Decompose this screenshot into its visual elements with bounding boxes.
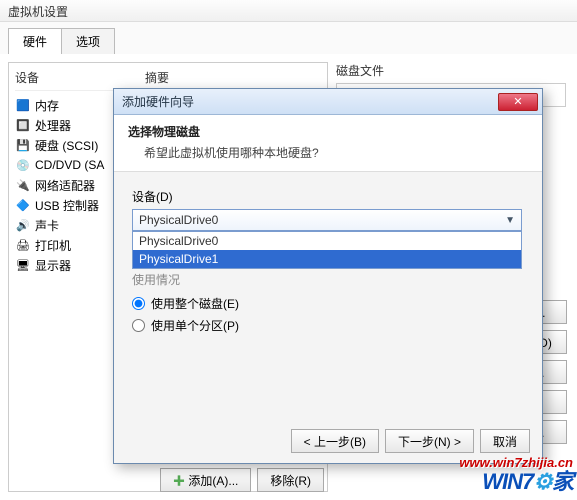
device-combobox-value: PhysicalDrive0 — [139, 213, 218, 227]
device-icon: 🔲 — [15, 117, 31, 133]
device-icon: 🟦 — [15, 97, 31, 113]
usage-label: 使用情况 — [132, 271, 524, 288]
remove-button[interactable]: 移除(R) — [257, 468, 324, 492]
device-name: 硬盘 (SCSI) — [35, 137, 98, 154]
header-summary: 摘要 — [145, 69, 169, 86]
device-icon: 🔊 — [15, 217, 31, 233]
device-icon: 🖥 — [15, 257, 31, 273]
radio-single-partition-input[interactable] — [132, 319, 145, 332]
device-name: 打印机 — [35, 237, 71, 254]
device-name: 声卡 — [35, 217, 59, 234]
window-title: 虚拟机设置 — [8, 5, 68, 19]
combobox-option[interactable]: PhysicalDrive0 — [133, 232, 521, 250]
tab-options[interactable]: 选项 — [61, 28, 115, 54]
device-icon: 💾 — [15, 137, 31, 153]
device-name: CD/DVD (SA — [35, 158, 104, 172]
wizard-title: 添加硬件向导 — [122, 93, 498, 110]
device-combobox-dropdown: PhysicalDrive0 PhysicalDrive1 — [132, 231, 522, 269]
add-button[interactable]: ✚ 添加(A)... — [160, 468, 251, 492]
tab-hardware[interactable]: 硬件 — [8, 28, 62, 54]
close-icon[interactable]: ✕ — [498, 93, 538, 111]
add-hardware-wizard: 添加硬件向导 ✕ 选择物理磁盘 希望此虚拟机使用哪种本地硬盘? 设备(D) Ph… — [113, 88, 543, 464]
header-device: 设备 — [15, 69, 145, 86]
device-name: 显示器 — [35, 257, 71, 274]
window-titlebar: 虚拟机设置 — [0, 0, 577, 22]
disk-file-label: 磁盘文件 — [336, 62, 566, 79]
device-label: 设备(D) — [132, 188, 524, 205]
radio-entire-disk-input[interactable] — [132, 297, 145, 310]
device-name: 内存 — [35, 97, 59, 114]
device-icon: 🖨 — [15, 237, 31, 253]
chevron-down-icon: ▼ — [505, 215, 515, 226]
cancel-button[interactable]: 取消 — [480, 429, 530, 453]
device-combobox[interactable]: PhysicalDrive0 ▼ — [132, 209, 522, 231]
next-button[interactable]: 下一步(N) > — [385, 429, 474, 453]
radio-entire-disk[interactable]: 使用整个磁盘(E) — [132, 292, 524, 314]
device-icon: 🔷 — [15, 197, 31, 213]
watermark-logo: WIN7⚙家 — [482, 464, 573, 496]
wizard-heading: 选择物理磁盘 — [128, 123, 528, 140]
device-icon: 🔌 — [15, 177, 31, 193]
device-name: USB 控制器 — [35, 197, 99, 214]
tab-strip: 硬件 选项 — [0, 22, 577, 54]
radio-single-partition[interactable]: 使用单个分区(P) — [132, 314, 524, 336]
bottom-buttons: ✚ 添加(A)... 移除(R) — [160, 468, 324, 492]
device-name: 处理器 — [35, 117, 71, 134]
combobox-option[interactable]: PhysicalDrive1 — [133, 250, 521, 268]
device-name: 网络适配器 — [35, 177, 95, 194]
back-button[interactable]: < 上一步(B) — [291, 429, 379, 453]
wizard-subheading: 希望此虚拟机使用哪种本地硬盘? — [128, 144, 528, 161]
device-icon: 💿 — [15, 157, 31, 173]
